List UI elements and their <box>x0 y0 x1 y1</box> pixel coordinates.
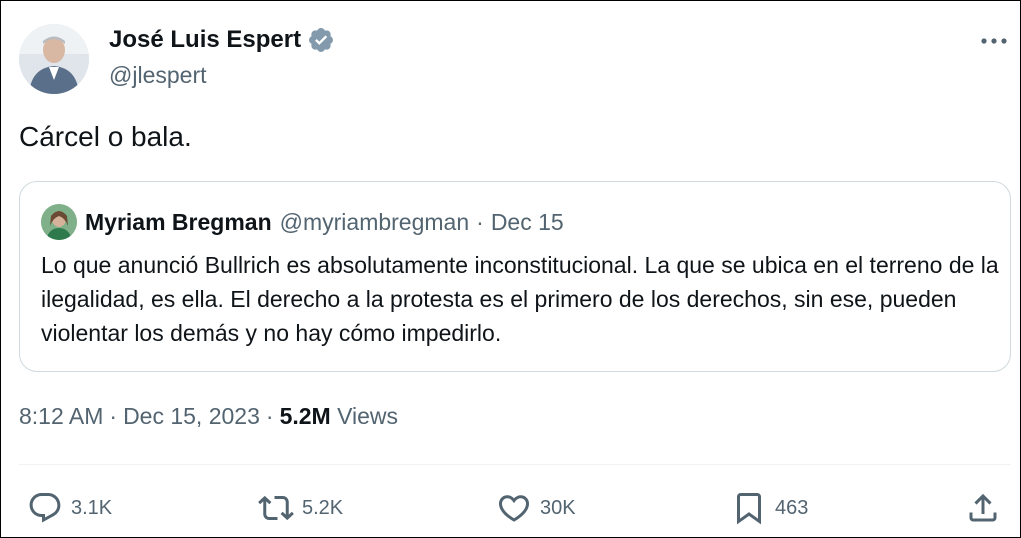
quoted-tweet[interactable]: Myriam Bregman @myriambregman · Dec 15 L… <box>19 181 1011 372</box>
repost-icon <box>258 495 294 521</box>
quoted-separator: · <box>476 208 484 235</box>
bookmark-count: 463 <box>775 496 809 519</box>
quoted-date: Dec 15 <box>490 208 564 235</box>
share-icon <box>969 493 997 522</box>
author-avatar[interactable] <box>19 24 89 94</box>
views-count: 5.2M <box>279 403 331 429</box>
bookmark-icon <box>737 493 761 525</box>
meta-separator-2: · <box>265 403 274 429</box>
reply-count: 3.1K <box>71 496 113 519</box>
divider <box>19 464 1011 465</box>
more-options-icon[interactable] <box>977 27 1011 55</box>
author-handle[interactable]: @jlespert <box>109 62 207 89</box>
tweet-date[interactable]: Dec 15, 2023 <box>123 403 260 429</box>
views-label: Views <box>337 403 399 429</box>
quoted-author-name: Myriam Bregman <box>85 208 272 235</box>
tweet-time[interactable]: 8:12 AM <box>19 403 103 429</box>
quoted-tweet-header: Myriam Bregman @myriambregman · Dec 15 <box>41 204 564 240</box>
author-name[interactable]: José Luis Espert <box>109 26 301 54</box>
quoted-author-handle: @myriambregman <box>279 208 470 235</box>
repost-button[interactable]: 5.2K <box>258 489 343 527</box>
bookmark-button[interactable]: 463 <box>731 489 808 527</box>
tweet-text: Cárcel o bala. <box>19 121 192 152</box>
reply-button[interactable]: 3.1K <box>27 489 112 527</box>
repost-count: 5.2K <box>302 496 344 519</box>
like-button[interactable]: 30K <box>496 489 576 527</box>
tweet-card: José Luis Espert @jlespert Cárcel o bala… <box>0 0 1021 538</box>
tweet-meta: 8:12 AM · Dec 15, 2023 · 5.2M Views <box>19 403 398 430</box>
quoted-author-avatar <box>41 204 77 240</box>
reply-icon <box>29 493 61 523</box>
meta-separator: · <box>109 403 118 429</box>
quoted-tweet-text: Lo que anunció Bullrich es absolutamente… <box>41 252 999 346</box>
verified-badge-icon[interactable] <box>307 26 335 54</box>
heart-icon <box>498 495 530 522</box>
like-count: 30K <box>540 496 576 519</box>
author-name-row: José Luis Espert <box>109 26 335 54</box>
share-button[interactable] <box>965 489 1001 527</box>
